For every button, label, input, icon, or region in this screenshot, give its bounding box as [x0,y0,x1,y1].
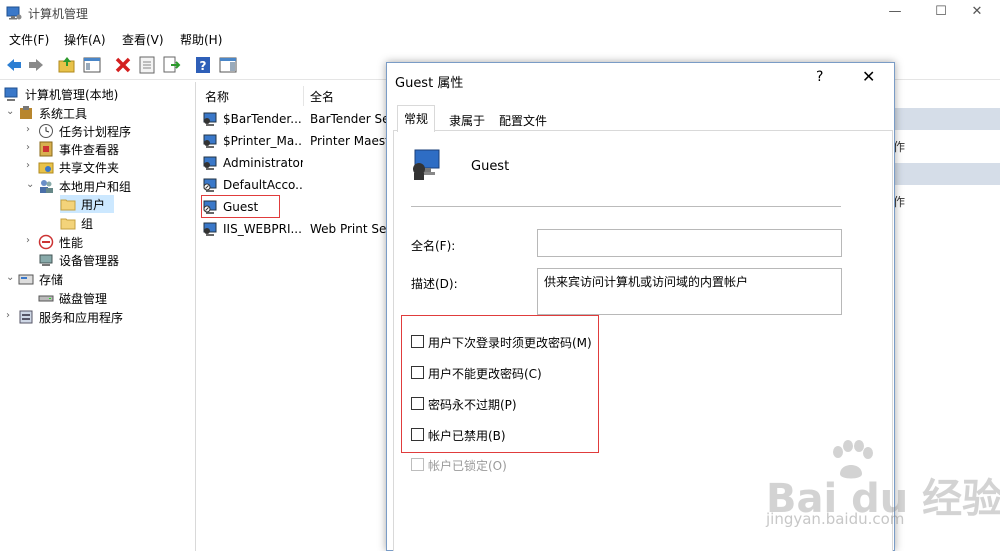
watermark-url: jingyan.baidu.com [766,510,905,528]
tree-label: 设备管理器 [59,254,120,268]
fullname-label: 全名(F): [411,239,456,253]
checkbox-box[interactable] [411,366,424,379]
checkbox-box[interactable] [411,428,424,441]
guest-annotation-box [201,195,280,218]
tab-member-of[interactable]: 隶属于 [443,108,491,131]
user-name: Guest [471,159,510,174]
menu-view[interactable]: 查看(V) [122,31,164,48]
checkbox-box[interactable] [411,335,424,348]
column-header-fullname[interactable]: 全名 [310,88,334,105]
minimize-button[interactable]: — [872,0,918,26]
list-item[interactable]: Administrator [199,152,389,174]
tree-label: 系统工具 [39,107,88,121]
tree-label: 用户 [81,198,106,212]
up-folder-icon[interactable] [57,55,77,75]
folder-icon [60,218,76,230]
menu-file[interactable]: 文件(F) [9,31,49,48]
dialog-close-button[interactable]: ✕ [862,67,875,86]
chevron-right-icon[interactable]: › [26,235,36,246]
tree-label: 存储 [39,273,64,287]
column-header-name[interactable]: 名称 [205,88,229,105]
menu-bar: 文件(F) 操作(A) 查看(V) 帮助(H) [0,28,1000,50]
storage-icon [18,274,34,285]
chevron-right-icon[interactable]: › [26,142,36,153]
tree-label: 共享文件夹 [59,161,120,175]
device-manager-icon [39,254,53,266]
tree-label: 事件查看器 [59,143,120,157]
chevron-right-icon[interactable]: › [26,160,36,171]
tree-label: 任务计划程序 [59,125,132,139]
chevron-right-icon[interactable]: › [6,310,16,321]
action-pane-header[interactable] [893,108,1000,130]
event-log-icon [39,141,53,157]
tree-label: 计算机管理(本地) [25,88,119,102]
disk-icon [38,295,54,302]
export-list-icon[interactable] [161,55,181,75]
list-item[interactable]: IIS_WEBPRI... Web Print Ser [199,218,389,240]
checkbox-box[interactable] [411,397,424,410]
chevron-down-icon[interactable]: ⌄ [6,106,16,117]
computer-management-icon [4,87,18,101]
user-icon [203,134,217,148]
console-tree: 计算机管理(本地) ⌄ 系统工具 › 任务计划程序 › 事件查看器 › 共享文件… [0,82,196,551]
back-arrow-icon[interactable] [4,55,24,75]
delete-icon[interactable] [113,55,133,75]
users-group-icon [40,180,53,193]
menu-help[interactable]: 帮助(H) [180,31,222,48]
close-window-button[interactable]: ✕ [954,0,1000,26]
user-list: 名称 全名 $BarTender... BarTender Se $Printe… [199,82,389,551]
tree-label: 组 [81,217,94,231]
services-icon [19,310,33,324]
fullname-field[interactable] [537,229,842,257]
title-bar: 计算机管理 — ☐ ✕ [0,0,1000,26]
svg-text:?: ? [200,59,207,73]
user-icon [203,112,217,126]
user-icon [203,156,217,170]
chevron-right-icon[interactable]: › [26,124,36,135]
checkbox-box [411,458,424,471]
description-field[interactable]: 供来宾访问计算机或访问域的内置帐户 [537,268,842,315]
properties-icon[interactable] [137,55,157,75]
tree-label: 本地用户和组 [59,180,132,194]
tree-label: 性能 [59,236,84,250]
tools-icon [20,106,32,119]
menu-action[interactable]: 操作(A) [64,31,106,48]
action-pane-header[interactable] [893,163,1000,185]
tab-profile[interactable]: 配置文件 [493,108,553,131]
help-icon[interactable]: ? [193,55,213,75]
chevron-down-icon[interactable]: ⌄ [6,272,16,283]
description-label: 描述(D): [411,277,458,291]
list-item[interactable]: $Printer_Ma... Printer Maest [199,130,389,152]
disabled-user-icon [203,178,217,192]
show-hide-tree-icon[interactable] [82,55,102,75]
tab-strip: 常规 隶属于 配置文件 [393,105,893,132]
shared-folder-icon [38,162,54,174]
window-title: 计算机管理 [28,7,89,21]
tab-general[interactable]: 常规 [397,105,436,132]
folder-icon [60,199,76,211]
divider [411,206,841,207]
list-item[interactable]: DefaultAcco... [199,174,389,196]
action-pane-icon[interactable] [218,55,238,75]
tree-label: 磁盘管理 [59,292,108,306]
list-item[interactable]: $BarTender... BarTender Se [199,108,389,130]
computer-management-icon [6,6,22,20]
dialog-title: Guest 属性 [395,76,464,91]
baidu-watermark: Bai du 经验 jingyan.baidu.com [766,440,1000,540]
clock-icon [39,124,53,138]
column-divider[interactable] [303,86,304,106]
user-icon [203,222,217,236]
performance-icon [38,234,54,250]
help-button[interactable]: ? [816,69,823,85]
tree-label: 服务和应用程序 [39,311,124,325]
user-icon [413,149,440,180]
chevron-down-icon[interactable]: ⌄ [26,179,36,190]
forward-arrow-icon[interactable] [26,55,46,75]
